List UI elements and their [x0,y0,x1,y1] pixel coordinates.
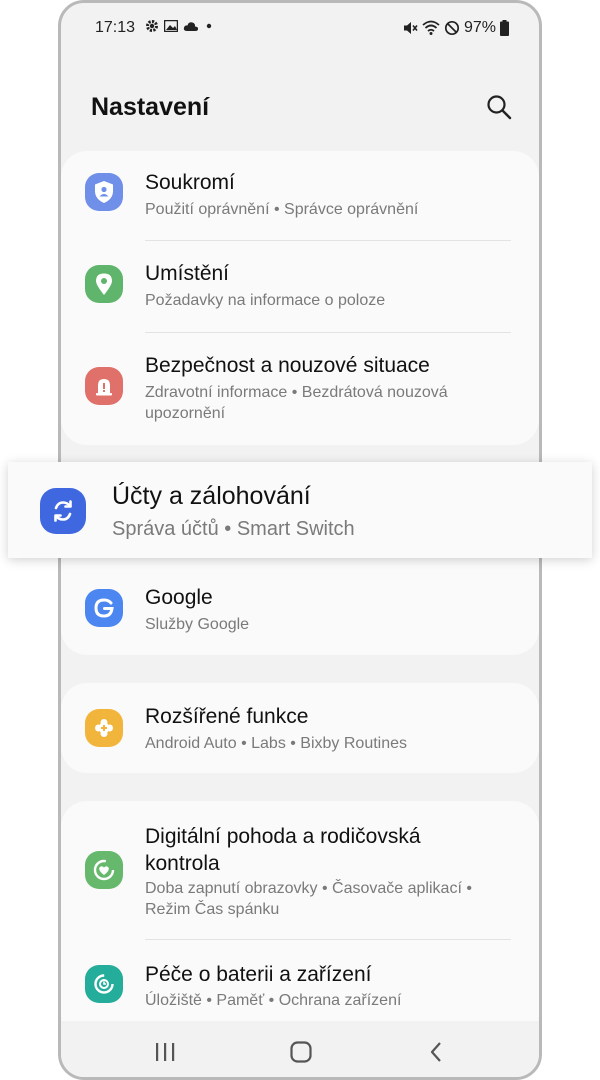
settings-item-title: Soukromí [145,171,235,194]
settings-item-subtitle: Úložiště • Paměť • Ochrana zařízení [145,992,402,1009]
status-time: 17:13 [95,19,136,36]
settings-item-subtitle: Správa účtů • Smart Switch [112,518,355,540]
settings-item-title: Bezpečnost a nouzové situace [145,354,430,377]
settings-card-wellbeing: Digitální pohoda a rodičovská kontrola D… [61,801,539,1041]
back-icon [430,1042,441,1062]
dnd-icon [444,20,460,36]
status-left-icons [145,19,214,33]
settings-item-subtitle: Použití oprávnění • Správce oprávnění [145,201,419,218]
warning-icon [85,367,123,405]
puzzle-plus-icon [85,709,123,747]
wifi-icon [422,20,440,35]
dot-icon [206,23,212,29]
settings-item-subtitle: Služby Google [145,616,250,633]
settings-item-title: Rozšířené funkce [145,705,309,728]
settings-item-advanced[interactable]: Rozšířené funkce Android Auto • Labs • B… [61,683,539,773]
settings-item-subtitle: Doba zapnutí obrazovky • Časovače aplika… [145,880,472,918]
battery-icon [500,20,509,36]
location-pin-icon [85,265,123,303]
settings-card-privacy: Soukromí Použití oprávnění • Správce opr… [61,151,539,445]
status-right-icons: 97% [402,19,509,37]
settings-item-title: Google [145,586,213,609]
settings-item-subtitle: Android Auto • Labs • Bixby Routines [145,735,408,752]
settings-item-title: Umístění [145,262,230,285]
search-button[interactable] [485,93,513,121]
wellbeing-heart-icon [85,851,123,889]
home-icon [290,1041,312,1063]
settings-item-safety[interactable]: Bezpečnost a nouzové situace Zdravotní i… [61,333,539,445]
settings-item-wellbeing[interactable]: Digitální pohoda a rodičovská kontrola D… [61,801,539,939]
google-icon [85,589,123,627]
back-button[interactable] [422,1039,452,1065]
image-icon [164,20,178,32]
settings-item-title: Péče o baterii a zařízení [145,963,372,986]
settings-card-advanced: Rozšířené funkce Android Auto • Labs • B… [61,683,539,773]
page-title: Nastavení [91,93,210,121]
device-care-icon [85,965,123,1003]
settings-item-privacy[interactable]: Soukromí Použití oprávnění • Správce opr… [61,151,539,241]
settings-item-subtitle: Požadavky na informace o poloze [145,292,386,309]
battery-percent: 97% [463,19,496,36]
cloud-icon [183,21,199,31]
sync-icon [40,488,86,534]
gear-icon [146,20,158,32]
recent-apps-icon [156,1043,175,1061]
search-icon [487,95,512,120]
settings-item-subtitle: Zdravotní informace • Bezdrátová nouzová… [145,384,448,422]
recent-apps-button[interactable] [150,1039,180,1065]
settings-item-google[interactable]: Google Služby Google [61,563,539,655]
settings-item-title: Účty a zálohování [112,482,311,510]
navigation-bar [61,1021,539,1077]
settings-item-location[interactable]: Umístění Požadavky na informace o poloze [61,241,539,332]
shield-user-icon [85,173,123,211]
mute-icon [403,22,418,34]
home-button[interactable] [286,1039,316,1065]
settings-item-title: Digitální pohoda a rodičovská kontrola [145,825,421,875]
settings-item-accounts-backup[interactable]: Účty a zálohování Správa účtů • Smart Sw… [8,462,592,558]
status-bar: 17:13 97% [61,3,539,57]
